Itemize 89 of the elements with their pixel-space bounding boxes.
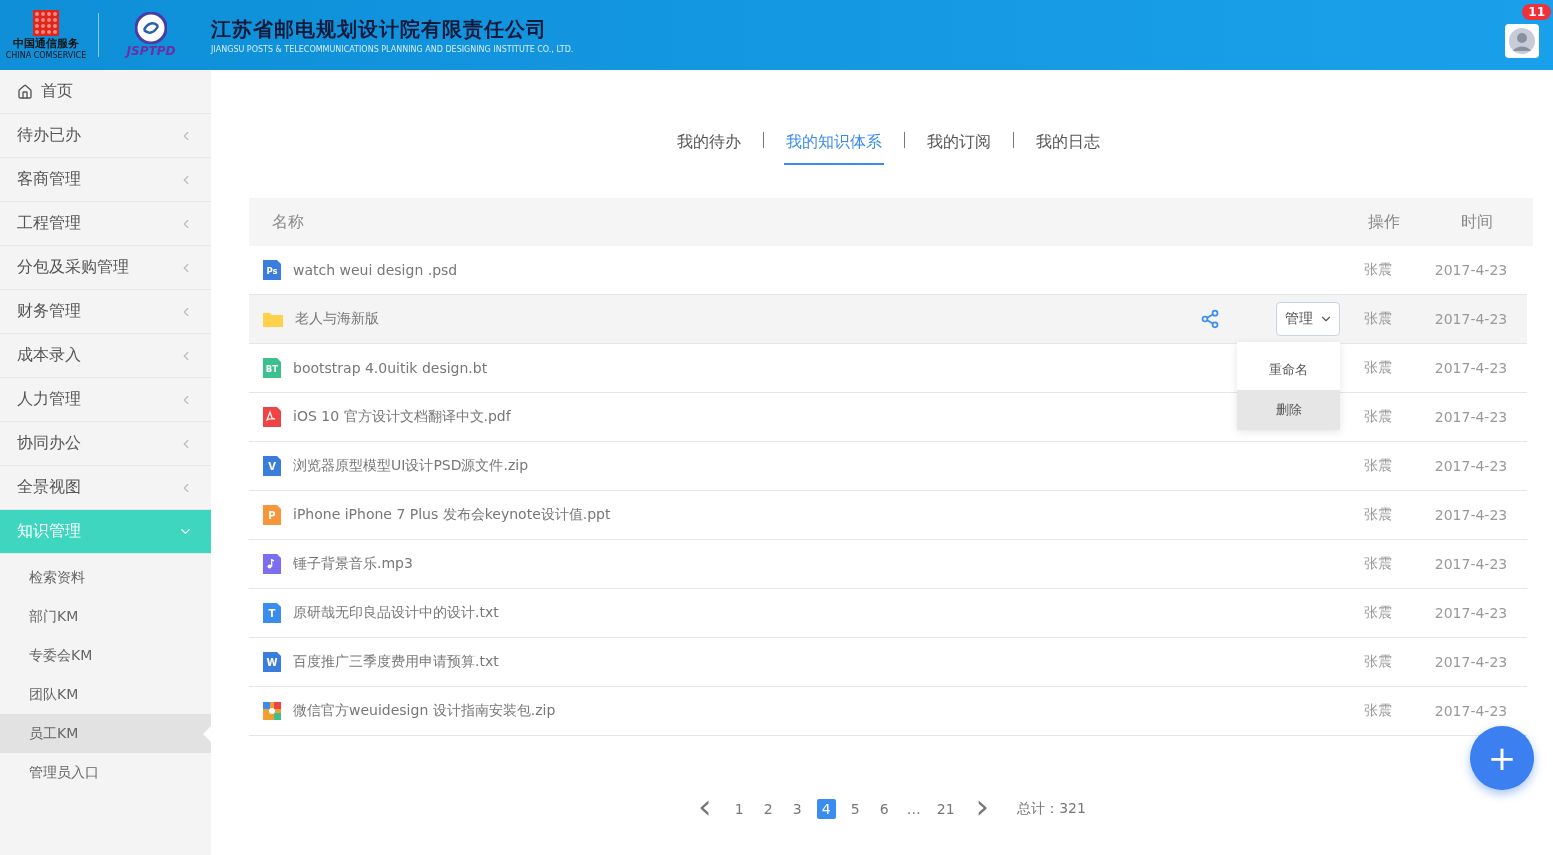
page-button[interactable]: 4: [816, 799, 836, 819]
sidebar-subitem[interactable]: 管理员入口: [0, 753, 211, 792]
logo-icon: [135, 12, 167, 44]
file-icon: T: [263, 603, 281, 623]
sidebar-item[interactable]: 分包及采购管理: [0, 246, 211, 290]
logo-subtext: CHINA COMSERVICE: [5, 51, 87, 60]
column-header: 名称: [272, 211, 305, 233]
file-icon: BT: [263, 358, 281, 378]
file-name: 百度推广三季度费用申请预算.txt: [293, 653, 499, 671]
file-name: iPhone iPhone 7 Plus 发布会keynote设计值.ppt: [293, 506, 611, 524]
date-cell-text: 2017-4-23: [1433, 311, 1509, 327]
logo-text: JSPTPD: [126, 44, 176, 58]
date-cell-text: 2017-4-23: [1433, 458, 1509, 474]
file-name: 微信官方weuidesign 设计指南安装包.zip: [293, 702, 556, 720]
page-button[interactable]: 5: [845, 799, 865, 819]
author-cell-text: 张震: [1362, 359, 1393, 377]
sidebar-item[interactable]: 财务管理: [0, 290, 211, 334]
archive-icon: [263, 702, 281, 720]
author-cell-text: 张震: [1362, 555, 1393, 573]
date-cell-text: 2017-4-23: [1433, 507, 1509, 523]
sidebar-item[interactable]: 成本录入: [0, 334, 211, 378]
file-icon: W: [263, 652, 281, 672]
sidebar-subitem[interactable]: 专委会KM: [0, 636, 211, 675]
menu-item[interactable]: 删除: [1237, 390, 1340, 430]
sidebar-subitem[interactable]: 部门KM: [0, 597, 211, 636]
previous-page-button[interactable]: ‹: [690, 796, 720, 822]
file-name: 浏览器原型模型UI设计PSD源文件.zip: [293, 457, 529, 475]
sidebar-item[interactable]: 工程管理: [0, 202, 211, 246]
sidebar-item[interactable]: 待办已办: [0, 114, 211, 158]
logo-icon: [33, 10, 59, 36]
sidebar-item[interactable]: 首页: [0, 70, 211, 114]
avatar-icon: [1508, 27, 1536, 55]
author-cell-text: 张震: [1362, 457, 1393, 475]
home-icon: [17, 83, 33, 100]
page-button[interactable]: 1: [729, 799, 749, 819]
file-icon: V: [263, 456, 281, 476]
author-cell-text: 张震: [1362, 310, 1393, 328]
file-name: bootstrap 4.0uitik design.bt: [293, 360, 488, 376]
file-name: watch weui design .psd: [293, 262, 458, 278]
folder-icon: [263, 311, 283, 327]
sidebar-subitem[interactable]: 检索资料: [0, 558, 211, 597]
next-page-button[interactable]: ›: [967, 796, 998, 822]
tab[interactable]: 我的待办: [674, 127, 743, 165]
file-name: 老人与海新版: [295, 310, 379, 328]
page-button[interactable]: …: [903, 799, 924, 819]
sidebar-item[interactable]: 人力管理: [0, 378, 211, 422]
pdf-file-icon: [263, 407, 281, 427]
avatar[interactable]: [1505, 24, 1539, 58]
page-button[interactable]: 21: [933, 799, 958, 819]
sidebar-subitem[interactable]: 员工KM: [0, 714, 211, 753]
tab[interactable]: 我的订阅: [924, 127, 993, 165]
author-cell-text: 张震: [1362, 604, 1393, 622]
file-icon: Ps: [263, 260, 281, 280]
file-icon: P: [263, 505, 281, 525]
date-cell-text: 2017-4-23: [1433, 360, 1509, 376]
add-button[interactable]: +: [1470, 726, 1534, 790]
sidebar-item[interactable]: 协同办公: [0, 422, 211, 466]
date-cell-text: 2017-4-23: [1433, 262, 1509, 278]
author-cell-text: 张震: [1362, 506, 1393, 524]
date-cell-text: 2017-4-23: [1433, 654, 1509, 670]
sidebar-item[interactable]: 客商管理: [0, 158, 211, 202]
company-subtitle: JIANGSU POSTS & TELECOMMUNICATIONS PLANNING AND DESIGNING INSTITUTE CO., LTD.: [211, 45, 574, 54]
page-button[interactable]: 6: [874, 799, 894, 819]
tab[interactable]: 我的知识体系: [783, 127, 884, 165]
music-file-icon: [263, 554, 281, 574]
file-name: 锤子背景音乐.mp3: [293, 555, 413, 573]
menu-item[interactable]: 重命名: [1237, 350, 1340, 390]
page-button[interactable]: 3: [787, 799, 807, 819]
share-icon[interactable]: [1200, 309, 1220, 329]
sidebar-subitem[interactable]: 团队KM: [0, 675, 211, 714]
page-button[interactable]: 2: [758, 799, 778, 819]
author-cell-text: 张震: [1362, 261, 1393, 279]
notification-badge: 11: [1522, 4, 1551, 20]
total-count: 总计：321: [1017, 800, 1086, 818]
column-header: 操作: [1366, 211, 1401, 233]
logo-text: 中国通信服务: [13, 36, 79, 51]
date-cell-text: 2017-4-23: [1433, 409, 1509, 425]
file-name: iOS 10 官方设计文档翻译中文.pdf: [293, 408, 511, 426]
file-name: 原研哉无印良品设计中的设计.txt: [293, 604, 499, 622]
author-cell-text: 张震: [1362, 408, 1393, 426]
author-cell-text: 张震: [1362, 653, 1393, 671]
author-cell-text: 张震: [1362, 702, 1393, 720]
manage-dropdown[interactable]: 管理: [1276, 302, 1340, 336]
date-cell-text: 2017-4-23: [1433, 605, 1509, 621]
date-cell-text: 2017-4-23: [1433, 703, 1509, 719]
column-header: 时间: [1460, 211, 1494, 233]
company-name: 江苏省邮电规划设计院有限责任公司: [211, 16, 548, 43]
date-cell-text: 2017-4-23: [1433, 556, 1509, 572]
tab[interactable]: 我的日志: [1033, 127, 1102, 165]
